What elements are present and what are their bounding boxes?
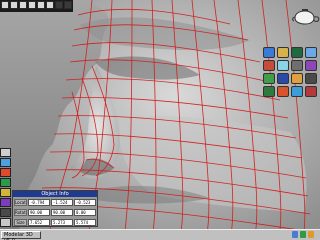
rotation-y-field[interactable]: 90.00	[51, 209, 73, 216]
object-info-panel: Object Info Location -0.794 -1.524 -0.52…	[12, 190, 98, 236]
top-toolbar	[0, 0, 73, 12]
rotation-row: Rotation 90.00 90.00 0.00	[13, 208, 97, 217]
tray-icon-2[interactable]	[300, 231, 306, 238]
palette-icon-7[interactable]	[291, 60, 303, 71]
palette-icon-14[interactable]	[277, 86, 289, 97]
rotation-z-field[interactable]: 0.00	[74, 209, 96, 216]
palette-icon-8[interactable]	[305, 60, 317, 71]
left-tool-7[interactable]	[0, 208, 11, 217]
palette-icon-11[interactable]	[291, 73, 303, 84]
palette-icon-10[interactable]	[277, 73, 289, 84]
palette-icon-1[interactable]	[263, 47, 275, 58]
palette-icon-6[interactable]	[277, 60, 289, 71]
tray-icon-3[interactable]	[308, 231, 314, 238]
toolbar-button-7[interactable]	[55, 1, 63, 9]
left-tool-6[interactable]	[0, 198, 11, 207]
size-row: Size 7.652 5.273 5.574	[13, 218, 97, 227]
location-y-field[interactable]: -1.524	[51, 199, 73, 206]
palette-icon-9[interactable]	[263, 73, 275, 84]
palette-icon-4[interactable]	[305, 47, 317, 58]
toolbar-button-4[interactable]	[28, 1, 36, 9]
start-button[interactable]: Modelar 3D v5.0	[1, 231, 41, 240]
left-tool-3[interactable]	[0, 168, 11, 177]
location-z-field[interactable]: -0.523	[74, 199, 96, 206]
modeling-app: Object Info Location -0.794 -1.524 -0.52…	[0, 0, 320, 240]
left-tool-1[interactable]	[0, 148, 11, 157]
location-x-field[interactable]: -0.794	[28, 199, 50, 206]
taskbar: Modelar 3D v5.0	[0, 229, 320, 240]
left-tool-8[interactable]	[0, 218, 11, 227]
toolbar-button-3[interactable]	[19, 1, 27, 9]
toolbar-button-1[interactable]	[1, 1, 9, 9]
toolbar-button-6[interactable]	[46, 1, 54, 9]
size-label: Size	[14, 219, 27, 226]
left-toolbar	[0, 148, 12, 227]
toolbar-button-8[interactable]	[64, 1, 72, 9]
size-x-field[interactable]: 7.652	[28, 219, 50, 226]
rotation-x-field[interactable]: 90.00	[28, 209, 50, 216]
palette-icon-3[interactable]	[291, 47, 303, 58]
object-info-title: Object Info	[13, 191, 97, 197]
palette-icon-16[interactable]	[305, 86, 317, 97]
palette-icon-2[interactable]	[277, 47, 289, 58]
size-z-field[interactable]: 5.574	[74, 219, 96, 226]
left-tool-5[interactable]	[0, 188, 11, 197]
left-tool-4[interactable]	[0, 178, 11, 187]
toolbar-button-2[interactable]	[10, 1, 18, 9]
location-row: Location -0.794 -1.524 -0.523	[13, 198, 97, 207]
size-y-field[interactable]: 5.273	[51, 219, 73, 226]
rotation-label: Rotation	[14, 209, 27, 216]
toolbar-button-5[interactable]	[37, 1, 45, 9]
palette-icon-5[interactable]	[263, 60, 275, 71]
palette-icon-12[interactable]	[305, 73, 317, 84]
right-icon-palette	[263, 47, 319, 97]
palette-icon-13[interactable]	[263, 86, 275, 97]
palette-icon-15[interactable]	[291, 86, 303, 97]
location-label: Location	[14, 199, 27, 206]
tray-icon-1[interactable]	[292, 231, 298, 238]
left-tool-2[interactable]	[0, 158, 11, 167]
